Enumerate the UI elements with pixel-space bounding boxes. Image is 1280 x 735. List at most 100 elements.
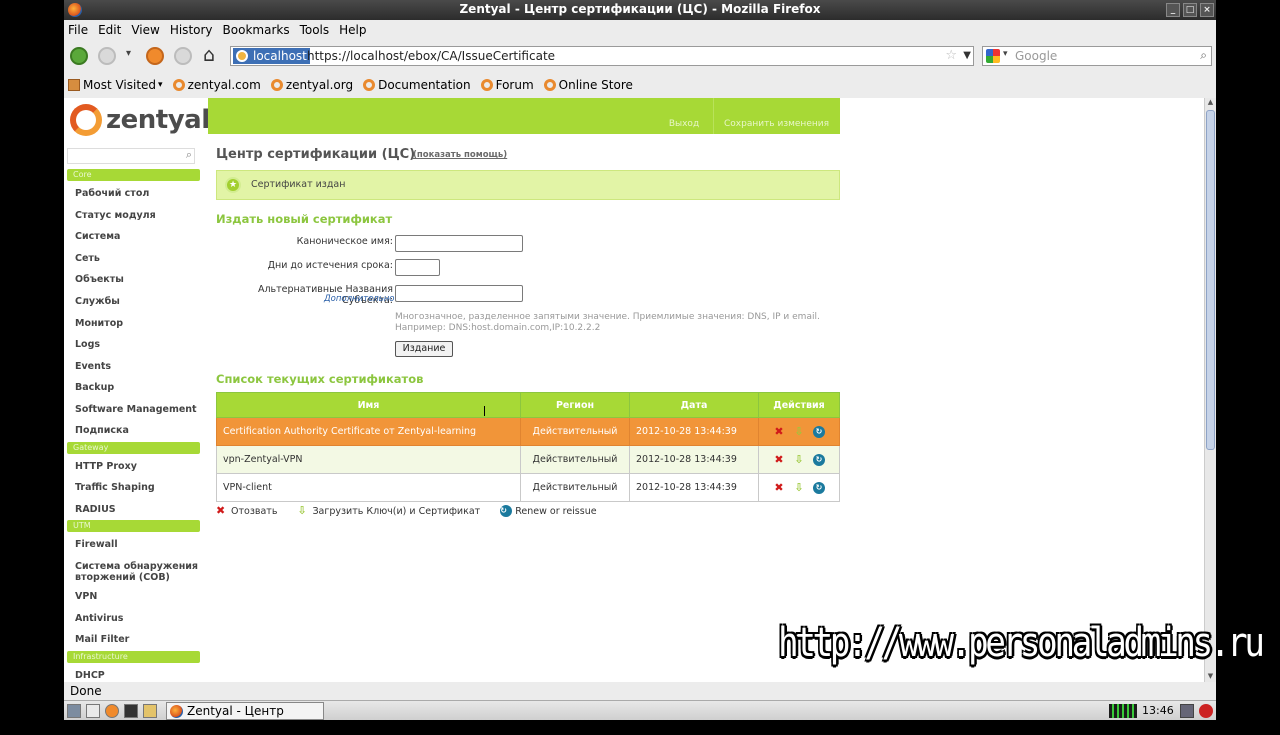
table-header: Имя Регион Дата Действия — [216, 392, 840, 418]
menu-view[interactable]: View — [131, 23, 159, 37]
menu-file[interactable]: File — [68, 23, 88, 37]
scroll-up-icon[interactable]: ▲ — [1206, 98, 1215, 108]
sidebar-item-dashboard[interactable]: Рабочий стол — [75, 188, 200, 199]
expiry-days-input[interactable] — [395, 259, 440, 276]
bookmark-documentation[interactable]: Documentation — [363, 78, 471, 92]
menu-bookmarks[interactable]: Bookmarks — [223, 23, 290, 37]
sidebar-item-vpn[interactable]: VPN — [75, 591, 200, 602]
sidebar-item-network[interactable]: Сеть — [75, 253, 200, 264]
bookmark-zentyal-com[interactable]: zentyal.com — [172, 78, 261, 92]
sidebar-item-ids[interactable]: Система обнаружения вторжений (СОВ) — [75, 561, 200, 583]
sidebar-search-input[interactable]: ⌕ — [67, 148, 195, 164]
issue-button[interactable]: Издание — [395, 341, 453, 357]
table-row: vpn-Zentyal-VPN Действительный 2012-10-2… — [216, 445, 840, 474]
url-dropdown-icon[interactable]: ▼ — [963, 47, 971, 65]
zentyal-logo[interactable]: zentyal — [70, 104, 210, 136]
sidebar-item-module-status[interactable]: Статус модуля — [75, 210, 200, 221]
search-engine-dropdown-icon[interactable]: ▾ — [1003, 49, 1008, 59]
table-row: Certification Authority Certificate от Z… — [216, 417, 840, 446]
bookmark-online-store[interactable]: Online Store — [543, 78, 633, 92]
bookmark-star-icon[interactable]: ☆ — [945, 48, 957, 63]
site-identity[interactable]: localhost — [233, 48, 310, 64]
bookmark-forum[interactable]: Forum — [480, 78, 534, 92]
sidebar-item-http-proxy[interactable]: HTTP Proxy — [75, 461, 200, 472]
folder-icon[interactable] — [143, 704, 157, 718]
terminal-icon[interactable] — [124, 704, 138, 718]
sidebar-item-services[interactable]: Службы — [75, 296, 200, 307]
show-desktop-icon[interactable] — [67, 704, 81, 718]
stop-icon[interactable] — [174, 47, 192, 65]
sidebar-item-traffic-shaping[interactable]: Traffic Shaping — [75, 482, 200, 493]
renew-icon[interactable]: ↻ — [813, 453, 825, 466]
taskbar-window-button[interactable]: Zentyal - Центр серти... — [166, 702, 324, 734]
sidebar-item-mail-filter[interactable]: Mail Filter — [75, 634, 200, 645]
power-icon[interactable] — [1199, 704, 1213, 718]
sidebar-item-backup[interactable]: Backup — [75, 382, 200, 393]
sidebar-item-system[interactable]: Система — [75, 231, 200, 242]
menu-edit[interactable]: Edit — [98, 23, 121, 37]
common-name-input[interactable] — [395, 235, 523, 252]
zentyal-icon — [543, 79, 556, 91]
status-bar: Done — [70, 684, 102, 698]
sidebar-category-core[interactable]: Core — [67, 169, 200, 181]
expiry-days-label: Дни до истечения срока: — [267, 260, 393, 271]
sidebar-item-logs[interactable]: Logs — [75, 339, 200, 350]
sidebar-item-objects[interactable]: Объекты — [75, 274, 200, 285]
alt-names-input[interactable] — [395, 285, 523, 302]
sidebar-item-subscription[interactable]: Подписка — [75, 425, 200, 436]
search-icon[interactable]: ⌕ — [186, 148, 192, 162]
search-box[interactable]: ▾ Google ⌕ — [982, 46, 1212, 66]
cert-actions: ✖ ⇩ ↻ — [758, 417, 840, 446]
maximize-icon[interactable]: □ — [1183, 3, 1197, 17]
scroll-thumb[interactable] — [1206, 110, 1215, 450]
advanced-link[interactable]: Дополнительно — [324, 294, 395, 304]
sidebar-category-gateway[interactable]: Gateway — [67, 442, 200, 454]
sidebar-item-events[interactable]: Events — [75, 361, 200, 372]
taskbar: Zentyal - Центр серти... 13:46 — [64, 700, 1216, 734]
sidebar-item-monitor[interactable]: Монитор — [75, 318, 200, 329]
download-icon[interactable]: ⇩ — [793, 481, 805, 494]
file-manager-icon[interactable] — [86, 704, 100, 718]
firefox-launcher-icon[interactable] — [105, 704, 119, 718]
search-placeholder: Google — [1015, 49, 1058, 63]
sidebar-item-software-management[interactable]: Software Management — [75, 404, 200, 415]
url-bar[interactable]: localhost https://localhost/ebox/CA/Issu… — [230, 46, 974, 66]
renew-icon[interactable]: ↻ — [813, 425, 825, 438]
vertical-scrollbar[interactable]: ▲ ▼ — [1204, 98, 1216, 682]
clock[interactable]: 13:46 — [1142, 701, 1174, 721]
sidebar-item-dhcp[interactable]: DHCP — [75, 670, 200, 681]
col-name: Имя — [216, 392, 521, 418]
sidebar-category-utm[interactable]: UTM — [67, 520, 200, 532]
bookmark-most-visited[interactable]: Most Visited ▾ — [68, 78, 163, 92]
search-icon[interactable]: ⌕ — [1200, 48, 1207, 63]
home-icon[interactable]: ⌂ — [203, 44, 215, 66]
cert-state: Действительный — [520, 445, 630, 474]
network-icon[interactable] — [1180, 704, 1194, 718]
scroll-down-icon[interactable]: ▼ — [1206, 672, 1215, 682]
history-dropdown-icon[interactable]: ▾ — [126, 48, 131, 59]
show-help-link[interactable]: (показать помощь) — [413, 150, 507, 160]
download-icon[interactable]: ⇩ — [793, 425, 805, 438]
sidebar-item-radius[interactable]: RADIUS — [75, 504, 200, 515]
minimize-icon[interactable]: _ — [1166, 3, 1180, 17]
bookmark-zentyal-org[interactable]: zentyal.org — [270, 78, 353, 92]
back-icon[interactable] — [70, 47, 88, 65]
revoke-icon[interactable]: ✖ — [773, 481, 785, 494]
forward-icon[interactable] — [98, 47, 116, 65]
menu-tools[interactable]: Tools — [300, 23, 330, 37]
logout-button[interactable]: Выход — [656, 98, 712, 134]
menu-history[interactable]: History — [170, 23, 213, 37]
google-icon[interactable] — [986, 49, 1000, 63]
download-icon[interactable]: ⇩ — [793, 453, 805, 466]
renew-icon[interactable]: ↻ — [813, 481, 825, 494]
save-changes-button[interactable]: Сохранить изменения — [713, 98, 839, 134]
close-icon[interactable]: × — [1200, 3, 1214, 17]
sidebar-item-firewall[interactable]: Firewall — [75, 539, 200, 550]
revoke-icon[interactable]: ✖ — [773, 425, 785, 438]
menu-help[interactable]: Help — [339, 23, 366, 37]
reload-icon[interactable] — [146, 47, 164, 65]
sidebar-category-infrastructure[interactable]: Infrastructure — [67, 651, 200, 663]
zentyal-logo-icon — [70, 104, 102, 136]
revoke-icon[interactable]: ✖ — [773, 453, 785, 466]
sidebar-item-antivirus[interactable]: Antivirus — [75, 613, 200, 624]
